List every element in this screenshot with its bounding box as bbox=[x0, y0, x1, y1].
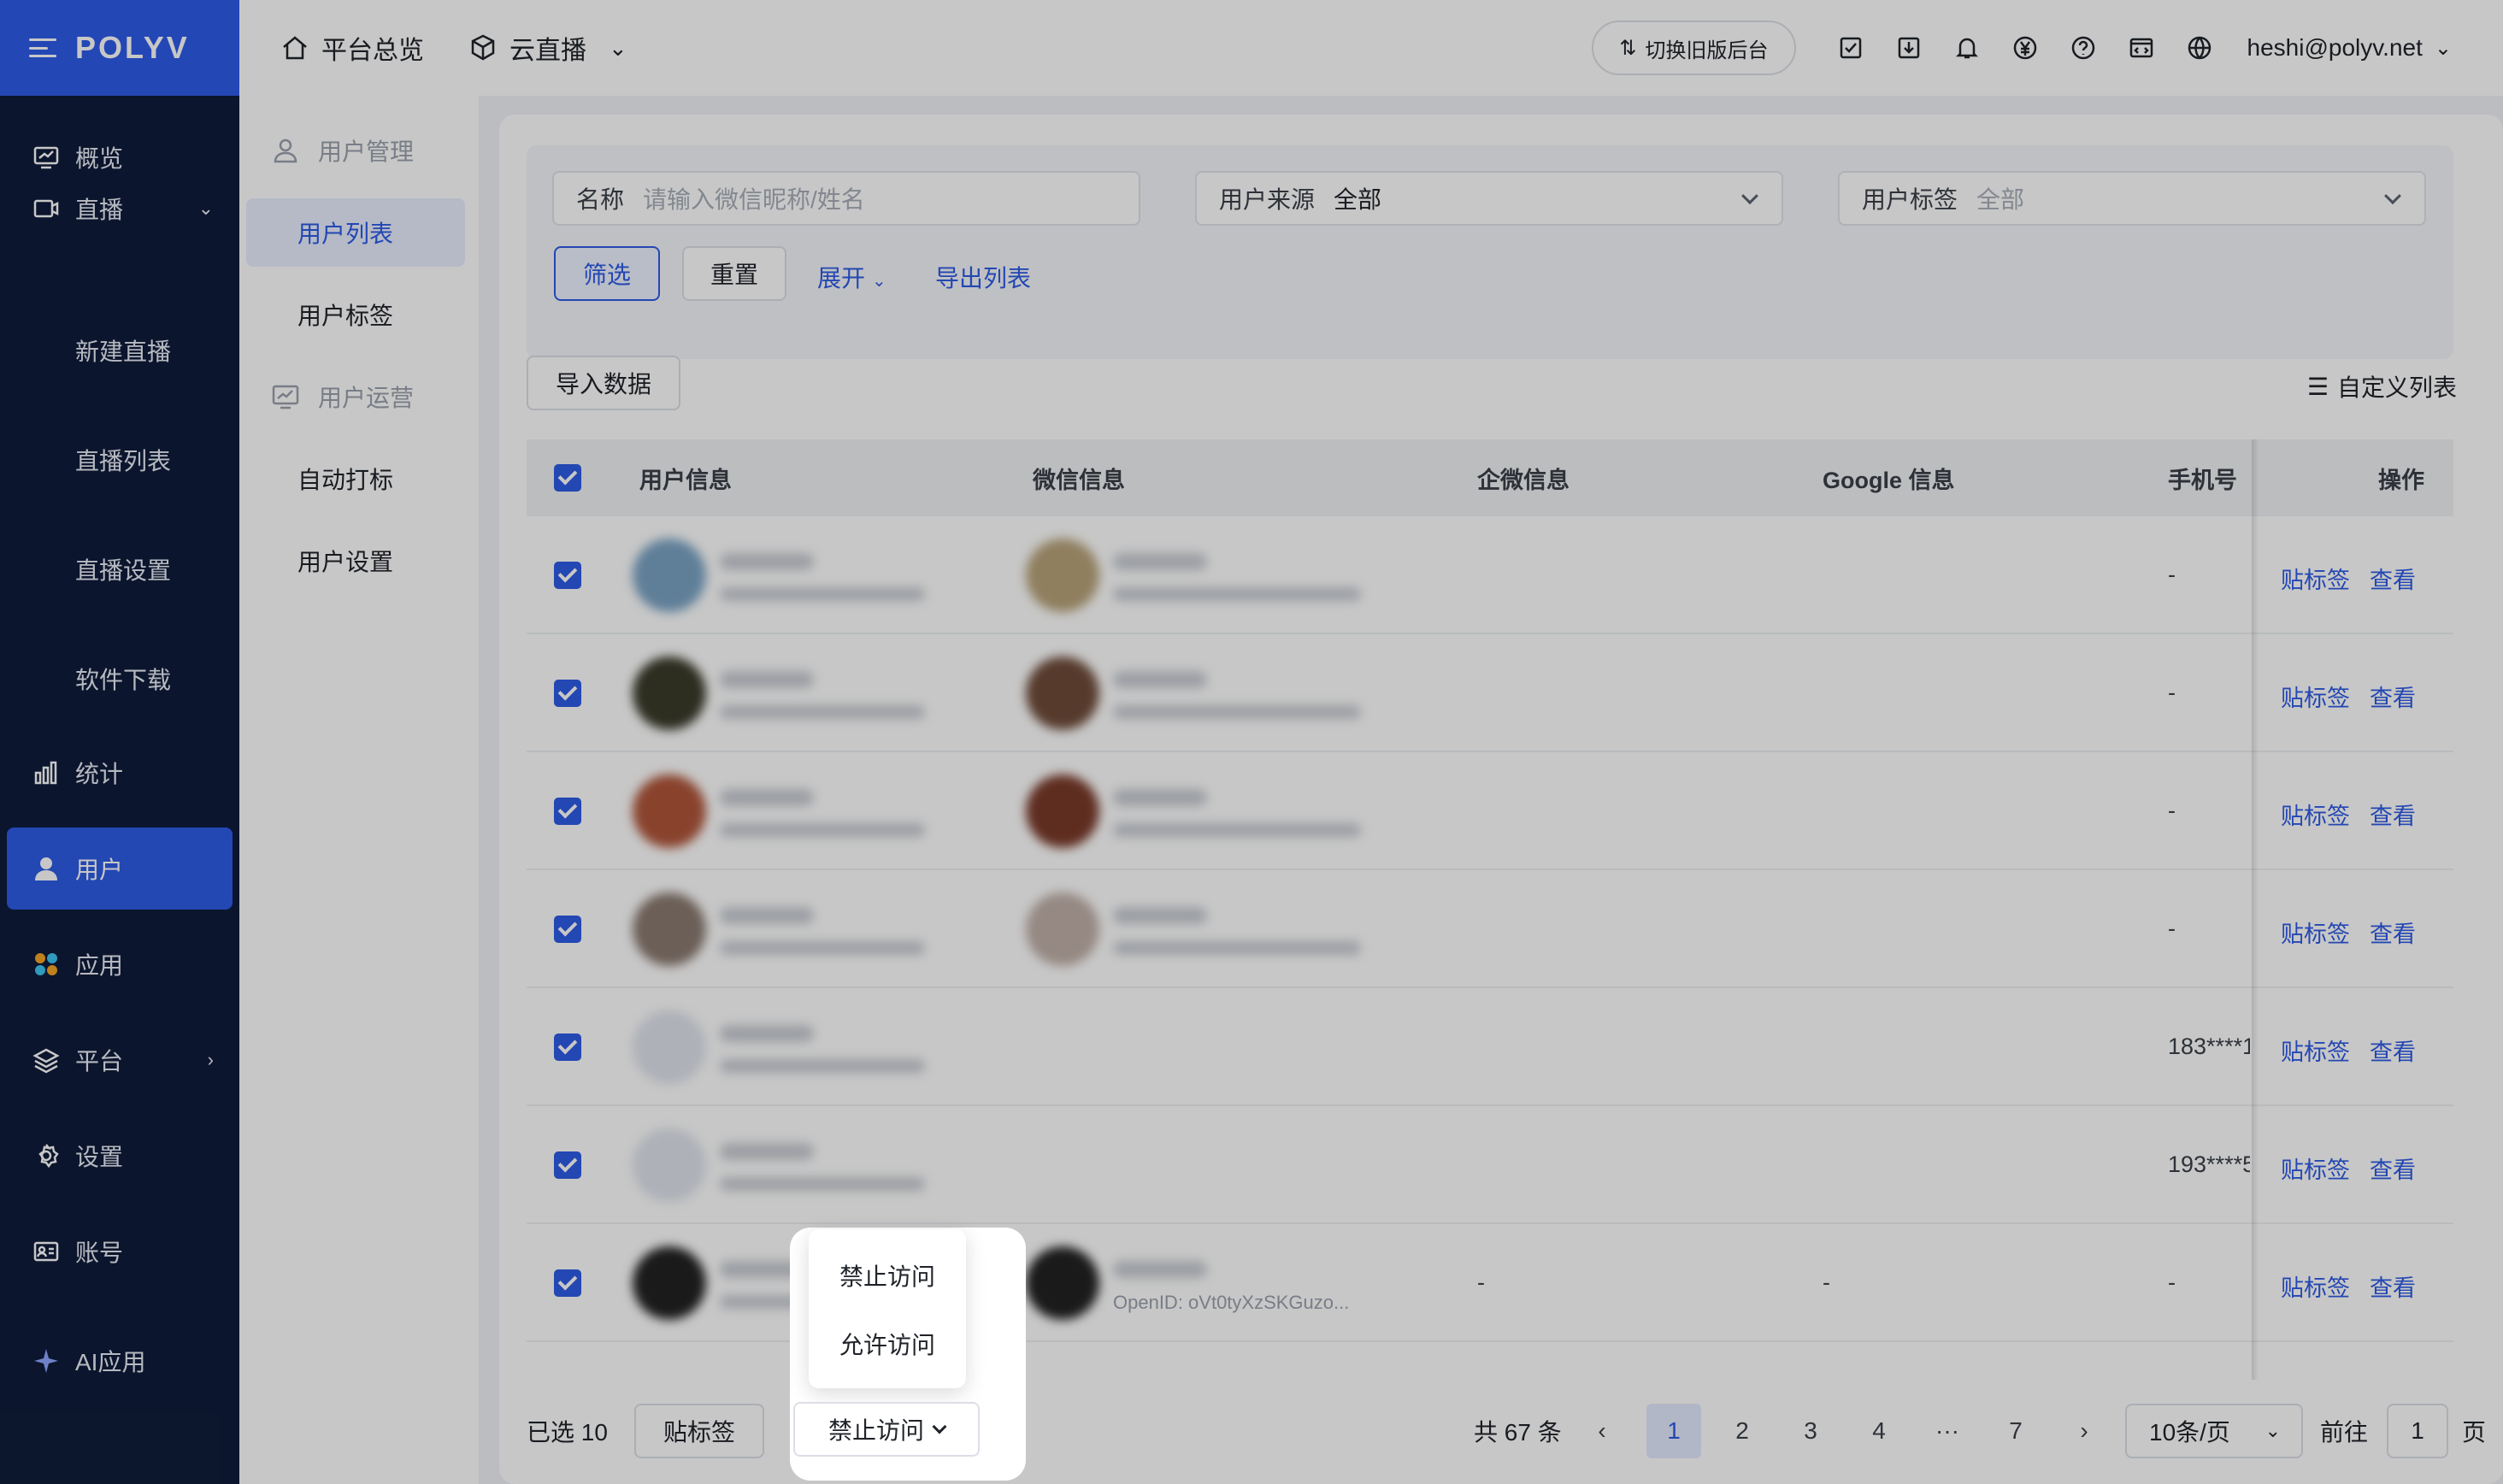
modal-overlay bbox=[0, 0, 2503, 1484]
option-ban-access[interactable]: 禁止访问 bbox=[839, 1258, 935, 1293]
ban-access-button[interactable]: 禁止访问 bbox=[793, 1402, 980, 1457]
ban-access-label: 禁止访问 bbox=[827, 1417, 924, 1444]
access-dropdown-menu: 禁止访问 允许访问 bbox=[809, 1229, 966, 1388]
option-allow-access[interactable]: 允许访问 bbox=[839, 1327, 935, 1361]
chevron-down-icon bbox=[932, 1419, 947, 1434]
